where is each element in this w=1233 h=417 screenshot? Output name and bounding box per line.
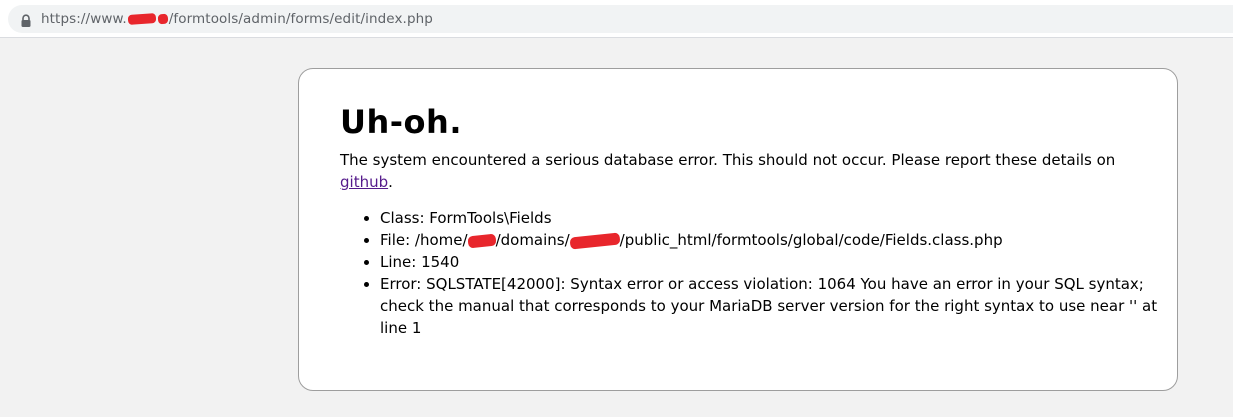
redacted-domain-path <box>569 231 621 250</box>
error-message-end: . <box>388 173 393 191</box>
error-details-list: Class: FormTools\Fields File: /home/ /dom… <box>340 207 1180 339</box>
detail-file-suffix: /public_html/formtools/global/code/Field… <box>619 231 1003 249</box>
url-field[interactable]: https://www. /formtools/admin/forms/edit/… <box>8 5 1233 33</box>
url-path: /formtools/admin/forms/edit/index.php <box>168 11 433 27</box>
detail-file-prefix: File: /home/ <box>380 231 468 249</box>
redacted-username <box>467 233 497 248</box>
url-scheme: https://www. <box>41 11 127 27</box>
redacted-domain-tld <box>157 13 169 25</box>
error-title: Uh-oh. <box>340 103 462 141</box>
detail-file: File: /home/ /domains/ /public_html/formto… <box>380 229 1180 251</box>
error-card: Uh-oh. The system encountered a serious … <box>298 68 1178 391</box>
detail-error: Error: SQLSTATE[42000]: Syntax error or … <box>380 273 1180 339</box>
browser-address-bar: https://www. /formtools/admin/forms/edit/… <box>0 0 1233 38</box>
detail-line: Line: 1540 <box>380 251 1180 273</box>
error-message: The system encountered a serious databas… <box>340 149 1130 193</box>
redacted-domain <box>127 13 157 25</box>
error-message-text: The system encountered a serious databas… <box>340 151 1116 169</box>
detail-class: Class: FormTools\Fields <box>380 207 1180 229</box>
url-text[interactable]: https://www. /formtools/admin/forms/edit/… <box>41 11 433 27</box>
github-link[interactable]: github <box>340 173 388 191</box>
detail-file-mid: /domains/ <box>495 231 570 249</box>
lock-icon[interactable] <box>20 13 32 27</box>
